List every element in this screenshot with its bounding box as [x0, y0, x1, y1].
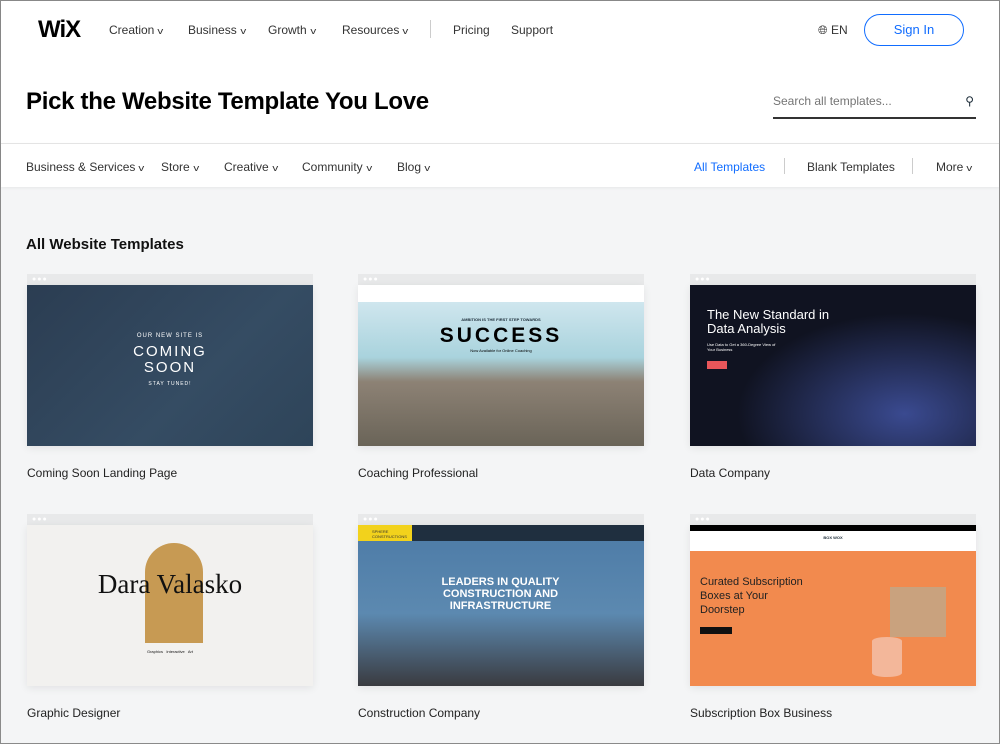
language-label: EN — [830, 23, 848, 37]
search-icon[interactable]: ⚲ — [965, 94, 974, 108]
preview-box — [890, 587, 946, 637]
template-card[interactable]: ●●● AMBITION IS THE FIRST STEP TOWARDS S… — [358, 274, 644, 480]
chevron-down-icon: v — [402, 26, 409, 36]
nav-label: Resources — [342, 23, 400, 37]
chevron-down-icon: v — [424, 163, 431, 173]
template-card[interactable]: ●●● The New Standard in Data Analysis Us… — [690, 274, 976, 480]
more-menu[interactable]: More v — [936, 160, 973, 174]
template-card[interactable]: ●●● Dara Valasko Graphics Interactive Ar… — [27, 514, 313, 720]
template-card[interactable]: ●●● SPHERE CONSTRUCTIONS LEADERS IN QUAL… — [358, 514, 644, 720]
template-preview[interactable]: BOX WOX Curated Subscription Boxes at Yo… — [690, 525, 976, 686]
template-card[interactable]: ●●● OUR NEW SITE IS COMING SOON STAY TUN… — [27, 274, 313, 480]
nav-business[interactable]: Business v — [188, 23, 246, 37]
browser-bar: ●●● — [690, 274, 976, 285]
category-business-services[interactable]: Business & Services v — [26, 160, 145, 174]
blank-templates-link[interactable]: Blank Templates — [807, 160, 895, 174]
chevron-down-icon: v — [310, 26, 316, 36]
category-store[interactable]: Store v — [161, 160, 199, 174]
preview-cta — [707, 361, 727, 369]
more-label: More — [936, 160, 964, 174]
browser-bar: ●●● — [690, 514, 976, 525]
preview-pedestal — [872, 637, 902, 677]
template-card[interactable]: ●●● BOX WOX Curated Subscription Boxes a… — [690, 514, 976, 720]
chevron-down-icon: v — [240, 26, 246, 36]
divider — [912, 158, 913, 174]
search-box: ⚲ — [773, 92, 976, 119]
preview-sub-text: Now Available for Online Coaching — [470, 348, 532, 353]
category-label: Blog — [397, 160, 422, 174]
chevron-down-icon: v — [366, 163, 372, 173]
browser-bar: ●●● — [358, 514, 644, 525]
nav-label: Business — [188, 23, 237, 37]
section-title: All Website Templates — [26, 236, 184, 253]
category-label: Community — [302, 160, 363, 174]
nav-pricing[interactable]: Pricing — [453, 23, 490, 37]
category-creative[interactable]: Creative v — [224, 160, 278, 174]
category-bar: Business & Services v Store v Creative v Co… — [1, 144, 999, 187]
template-name[interactable]: Subscription Box Business — [690, 706, 976, 720]
preview-cta — [700, 627, 732, 634]
template-name[interactable]: Coaching Professional — [358, 466, 644, 480]
nav-support[interactable]: Support — [511, 23, 553, 37]
template-name[interactable]: Data Company — [690, 466, 976, 480]
search-input[interactable] — [773, 94, 953, 108]
preview-headline: SUCCESS — [439, 324, 563, 347]
template-preview[interactable]: OUR NEW SITE IS COMING SOON STAY TUNED! — [27, 285, 313, 446]
template-preview[interactable]: SPHERE CONSTRUCTIONS LEADERS IN QUALITY … — [358, 525, 644, 686]
wix-logo[interactable]: WiX — [38, 16, 81, 44]
browser-bar: ●●● — [27, 274, 313, 285]
sign-in-button[interactable]: Sign In — [864, 14, 964, 46]
language-selector[interactable]: 🌐︎ EN — [818, 23, 848, 38]
chevron-down-icon: v — [193, 163, 199, 173]
nav-label: Growth — [268, 23, 307, 37]
preview-headline: LEADERS IN QUALITY CONSTRUCTION AND INFR… — [441, 576, 560, 612]
category-label: Business & Services — [26, 160, 136, 174]
template-name[interactable]: Construction Company — [358, 706, 644, 720]
category-blog[interactable]: Blog v — [397, 160, 430, 174]
category-community[interactable]: Community v — [302, 160, 372, 174]
preview-sub-text: Use Data to Get a 360-Degree View of You… — [707, 342, 776, 352]
top-header: WiX Creation v Business v Growth v Resource… — [1, 1, 999, 58]
page-title: Pick the Website Template You Love — [26, 88, 429, 115]
nav-creation[interactable]: Creation v — [109, 23, 164, 37]
category-label: Store — [161, 160, 190, 174]
template-name[interactable]: Graphic Designer — [27, 706, 313, 720]
chevron-down-icon: v — [966, 163, 973, 173]
globe-icon: 🌐︎ — [818, 23, 828, 37]
preview-headline: Curated Subscription Boxes at Your Doors… — [700, 576, 803, 616]
preview-headline: The New Standard in Data Analysis — [707, 307, 830, 336]
divider — [784, 158, 785, 174]
browser-bar: ●●● — [27, 514, 313, 525]
preview-headline: COMING SOON — [133, 343, 207, 376]
template-preview[interactable]: AMBITION IS THE FIRST STEP TOWARDS SUCCE… — [358, 285, 644, 446]
template-preview[interactable]: The New Standard in Data Analysis Use Da… — [690, 285, 976, 446]
template-preview[interactable]: Dara Valasko Graphics Interactive Art — [27, 525, 313, 686]
chevron-down-icon: v — [138, 163, 145, 173]
preview-headline: Dara Valasko — [97, 569, 243, 599]
preview-sub-text: Graphics Interactive Art — [146, 649, 194, 654]
nav-growth[interactable]: Growth v — [268, 23, 316, 37]
title-section: Pick the Website Template You Love ⚲ — [1, 58, 999, 144]
all-templates-link[interactable]: All Templates — [694, 160, 765, 174]
browser-bar: ●●● — [358, 274, 644, 285]
chevron-down-icon: v — [272, 163, 278, 173]
preview-small-text: OUR NEW SITE IS — [136, 333, 204, 339]
nav-label: Creation — [109, 23, 155, 37]
nav-resources[interactable]: Resources v — [342, 23, 409, 37]
chevron-down-icon: v — [157, 26, 164, 36]
category-label: Creative — [224, 160, 269, 174]
preview-logo: BOX WOX — [823, 535, 843, 540]
preview-small-text: AMBITION IS THE FIRST STEP TOWARDS — [461, 317, 541, 322]
divider — [430, 20, 431, 38]
preview-logo: SPHERE CONSTRUCTIONS — [358, 525, 412, 541]
preview-sub-text: STAY TUNED! — [148, 381, 192, 387]
template-name[interactable]: Coming Soon Landing Page — [27, 466, 313, 480]
